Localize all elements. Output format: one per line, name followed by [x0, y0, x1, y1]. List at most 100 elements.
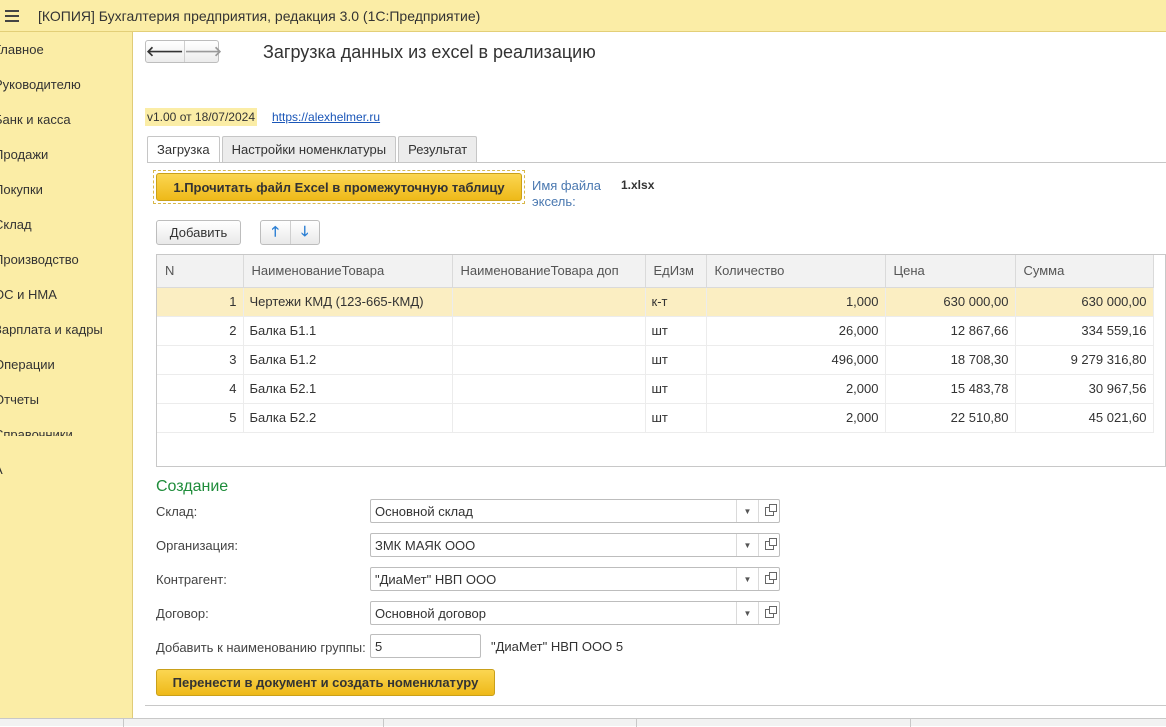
- chevron-down-icon[interactable]: ▼: [736, 568, 758, 590]
- sidebar-item-warehouse[interactable]: Склад: [0, 217, 32, 232]
- cell-name-extra[interactable]: [452, 287, 646, 317]
- move-down-icon[interactable]: 🡓: [291, 221, 320, 244]
- counterparty-value: "ДиаМет" НВП ООО: [375, 572, 497, 587]
- sidebar-item-assets[interactable]: ОС и НМА: [0, 287, 57, 302]
- cell-name-extra[interactable]: [452, 345, 646, 375]
- column-header-name-extra[interactable]: НаименованиеТовара доп: [452, 255, 646, 288]
- open-item-icon[interactable]: [758, 500, 779, 522]
- sidebar: Главное Руководителю Банк и касса Продаж…: [0, 32, 133, 718]
- tab-load[interactable]: Загрузка: [147, 136, 220, 163]
- sidebar-item-operations[interactable]: Операции: [0, 357, 55, 372]
- sidebar-item-purchases[interactable]: Покупки: [0, 182, 43, 197]
- column-header-price[interactable]: Цена: [885, 255, 1016, 288]
- tab-nomenclature-settings[interactable]: Настройки номенклатуры: [221, 136, 397, 162]
- app-title: [КОПИЯ] Бухгалтерия предприятия, редакци…: [38, 8, 481, 24]
- sidebar-item-sales[interactable]: Продажи: [0, 147, 48, 162]
- status-bar: [0, 718, 1166, 727]
- column-header-sum[interactable]: Сумма: [1015, 255, 1154, 288]
- forward-button[interactable]: 🡒: [185, 41, 223, 62]
- column-header-unit[interactable]: ЕдИзм: [645, 255, 707, 288]
- author-link[interactable]: https://alexhelmer.ru: [272, 110, 380, 124]
- chevron-down-icon[interactable]: ▼: [736, 602, 758, 624]
- table-header: N НаименованиеТовара НаименованиеТовара …: [157, 255, 1154, 288]
- cell-name[interactable]: Балка Б2.2: [243, 403, 453, 433]
- sidebar-item-bank[interactable]: Банк и касса: [0, 112, 71, 127]
- cell-n[interactable]: 4: [157, 374, 244, 404]
- cell-sum[interactable]: 334 559,16: [1015, 316, 1154, 346]
- sidebar-item-salary[interactable]: Зарплата и кадры: [0, 322, 103, 337]
- table-row[interactable]: 4 Балка Б2.1 шт 2,000 15 483,78 30 967,5…: [157, 374, 1154, 404]
- cell-price[interactable]: 12 867,66: [885, 316, 1016, 346]
- cell-sum[interactable]: 30 967,56: [1015, 374, 1154, 404]
- table-row[interactable]: 5 Балка Б2.2 шт 2,000 22 510,80 45 021,6…: [157, 403, 1154, 433]
- cell-price[interactable]: 630 000,00: [885, 287, 1016, 317]
- form-bottom-divider: [145, 705, 1166, 706]
- cell-n[interactable]: 2: [157, 316, 244, 346]
- counterparty-label: Контрагент:: [156, 572, 227, 587]
- cell-quantity[interactable]: 26,000: [706, 316, 886, 346]
- counterparty-field[interactable]: "ДиаМет" НВП ООО ▼: [370, 567, 780, 591]
- sidebar-item-main[interactable]: Главное: [0, 42, 44, 57]
- table-row[interactable]: 1 Чертежи КМД (123-665-КМД) к-т 1,000 63…: [157, 287, 1154, 317]
- cell-name-extra[interactable]: [452, 316, 646, 346]
- cell-n[interactable]: 1: [157, 287, 244, 317]
- cell-sum[interactable]: 9 279 316,80: [1015, 345, 1154, 375]
- organization-value: ЗМК МАЯК ООО: [375, 538, 476, 553]
- warehouse-field[interactable]: Основной склад ▼: [370, 499, 780, 523]
- move-up-icon[interactable]: 🡑: [261, 221, 291, 244]
- organization-field[interactable]: ЗМК МАЯК ООО ▼: [370, 533, 780, 557]
- chevron-down-icon[interactable]: ▼: [736, 534, 758, 556]
- back-button[interactable]: 🡐: [146, 41, 185, 62]
- add-row-button[interactable]: Добавить: [156, 220, 241, 245]
- table-row[interactable]: 3 Балка Б1.2 шт 496,000 18 708,30 9 279 …: [157, 345, 1154, 375]
- cell-sum[interactable]: 630 000,00: [1015, 287, 1154, 317]
- cell-n[interactable]: 3: [157, 345, 244, 375]
- sidebar-item-manager[interactable]: Руководителю: [0, 77, 81, 92]
- cell-price[interactable]: 22 510,80: [885, 403, 1016, 433]
- sidebar-item-directories[interactable]: Справочники: [0, 427, 73, 436]
- sidebar-item-production[interactable]: Производство: [0, 252, 79, 267]
- menu-icon[interactable]: [5, 10, 19, 22]
- cell-name-extra[interactable]: [452, 403, 646, 433]
- cell-quantity[interactable]: 2,000: [706, 403, 886, 433]
- sidebar-item-admin[interactable]: А: [0, 462, 3, 477]
- chevron-down-icon[interactable]: ▼: [736, 500, 758, 522]
- form-title: Загрузка данных из excel в реализацию: [263, 42, 596, 62]
- cell-sum[interactable]: 45 021,60: [1015, 403, 1154, 433]
- column-header-quantity[interactable]: Количество: [706, 255, 886, 288]
- cell-quantity[interactable]: 496,000: [706, 345, 886, 375]
- staging-table: N НаименованиеТовара НаименованиеТовара …: [156, 254, 1166, 467]
- cell-price[interactable]: 18 708,30: [885, 345, 1016, 375]
- cell-unit[interactable]: шт: [645, 403, 707, 433]
- cell-unit[interactable]: шт: [645, 345, 707, 375]
- warehouse-label: Склад:: [156, 504, 198, 519]
- file-name-label: Имя файла эксель:: [532, 178, 601, 209]
- tab-result[interactable]: Результат: [398, 136, 478, 162]
- open-item-icon[interactable]: [758, 568, 779, 590]
- row-move-group: 🡑 🡓: [260, 220, 320, 245]
- cell-name[interactable]: Балка Б1.2: [243, 345, 453, 375]
- open-item-icon[interactable]: [758, 534, 779, 556]
- cell-n[interactable]: 5: [157, 403, 244, 433]
- cell-quantity[interactable]: 2,000: [706, 374, 886, 404]
- cell-name-extra[interactable]: [452, 374, 646, 404]
- open-item-icon[interactable]: [758, 602, 779, 624]
- column-header-name[interactable]: НаименованиеТовара: [243, 255, 453, 288]
- cell-unit[interactable]: шт: [645, 374, 707, 404]
- tab-divider: [147, 162, 1166, 163]
- cell-quantity[interactable]: 1,000: [706, 287, 886, 317]
- cell-name[interactable]: Балка Б2.1: [243, 374, 453, 404]
- cell-unit[interactable]: шт: [645, 316, 707, 346]
- file-name-value[interactable]: 1.xlsx: [621, 178, 654, 192]
- sidebar-item-reports[interactable]: Отчеты: [0, 392, 39, 407]
- table-row[interactable]: 2 Балка Б1.1 шт 26,000 12 867,66 334 559…: [157, 316, 1154, 346]
- cell-name[interactable]: Чертежи КМД (123-665-КМД): [243, 287, 453, 317]
- cell-name[interactable]: Балка Б1.1: [243, 316, 453, 346]
- cell-unit[interactable]: к-т: [645, 287, 707, 317]
- group-suffix-input[interactable]: [370, 634, 481, 658]
- contract-field[interactable]: Основной договор ▼: [370, 601, 780, 625]
- column-header-n[interactable]: N: [157, 255, 244, 288]
- cell-price[interactable]: 15 483,78: [885, 374, 1016, 404]
- transfer-create-button[interactable]: Перенести в документ и создать номенклат…: [156, 669, 495, 696]
- read-excel-button[interactable]: 1.Прочитать файл Excel в промежуточную т…: [156, 173, 522, 201]
